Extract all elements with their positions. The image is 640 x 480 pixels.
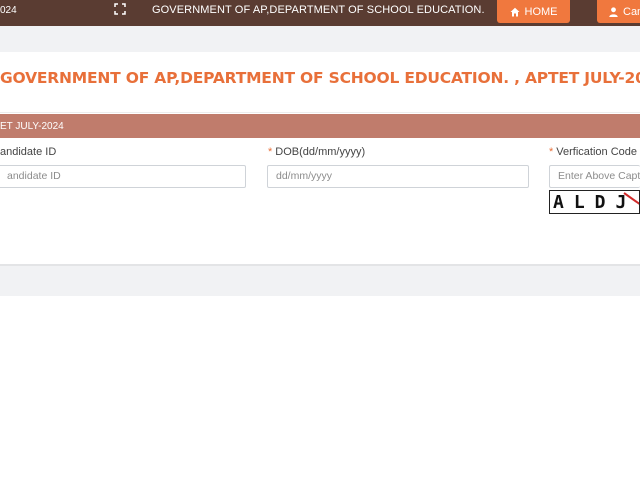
captcha-placeholder: Enter Above Captcha: [558, 170, 640, 182]
section-header: ET JULY-2024: [0, 114, 640, 138]
navbar-year-text: 024: [0, 5, 17, 16]
page-title: GOVERNMENT OF AP,DEPARTMENT OF SCHOOL ED…: [0, 69, 640, 87]
user-icon: [609, 6, 618, 17]
home-button-label: HOME: [524, 5, 558, 18]
section-title: ET JULY-2024: [0, 120, 64, 132]
captcha-noise-line: [623, 192, 639, 205]
candidate-login-button[interactable]: Can: [597, 0, 640, 23]
dob-placeholder: dd/mm/yyyy: [276, 170, 333, 182]
divider: [0, 112, 640, 113]
dob-label: * DOB(dd/mm/yyyy): [268, 146, 365, 158]
top-navbar: 024 GOVERNMENT OF AP,DEPARTMENT OF SCHOO…: [0, 0, 640, 26]
candidate-id-label: andidate ID: [0, 146, 56, 158]
candidate-id-input[interactable]: andidate ID: [0, 165, 246, 188]
candidate-id-placeholder: andidate ID: [7, 170, 61, 182]
required-mark: *: [549, 146, 554, 158]
navbar-title: GOVERNMENT OF AP,DEPARTMENT OF SCHOOL ED…: [152, 4, 485, 16]
candidate-id-label-text: andidate ID: [0, 146, 57, 158]
captcha-image: ALDJ: [549, 190, 640, 214]
dob-label-text: DOB(dd/mm/yyyy): [275, 146, 366, 158]
candidate-button-label: Can: [623, 5, 640, 18]
required-mark: *: [268, 146, 273, 158]
captcha-input[interactable]: Enter Above Captcha: [549, 165, 640, 188]
home-icon: [510, 7, 519, 16]
fullscreen-icon[interactable]: [114, 3, 126, 15]
home-button[interactable]: HOME: [497, 0, 570, 23]
dob-input[interactable]: dd/mm/yyyy: [267, 165, 529, 188]
verification-label-text: Verfication Code: [556, 146, 637, 158]
verification-code-label: * Verfication Code: [549, 146, 637, 158]
